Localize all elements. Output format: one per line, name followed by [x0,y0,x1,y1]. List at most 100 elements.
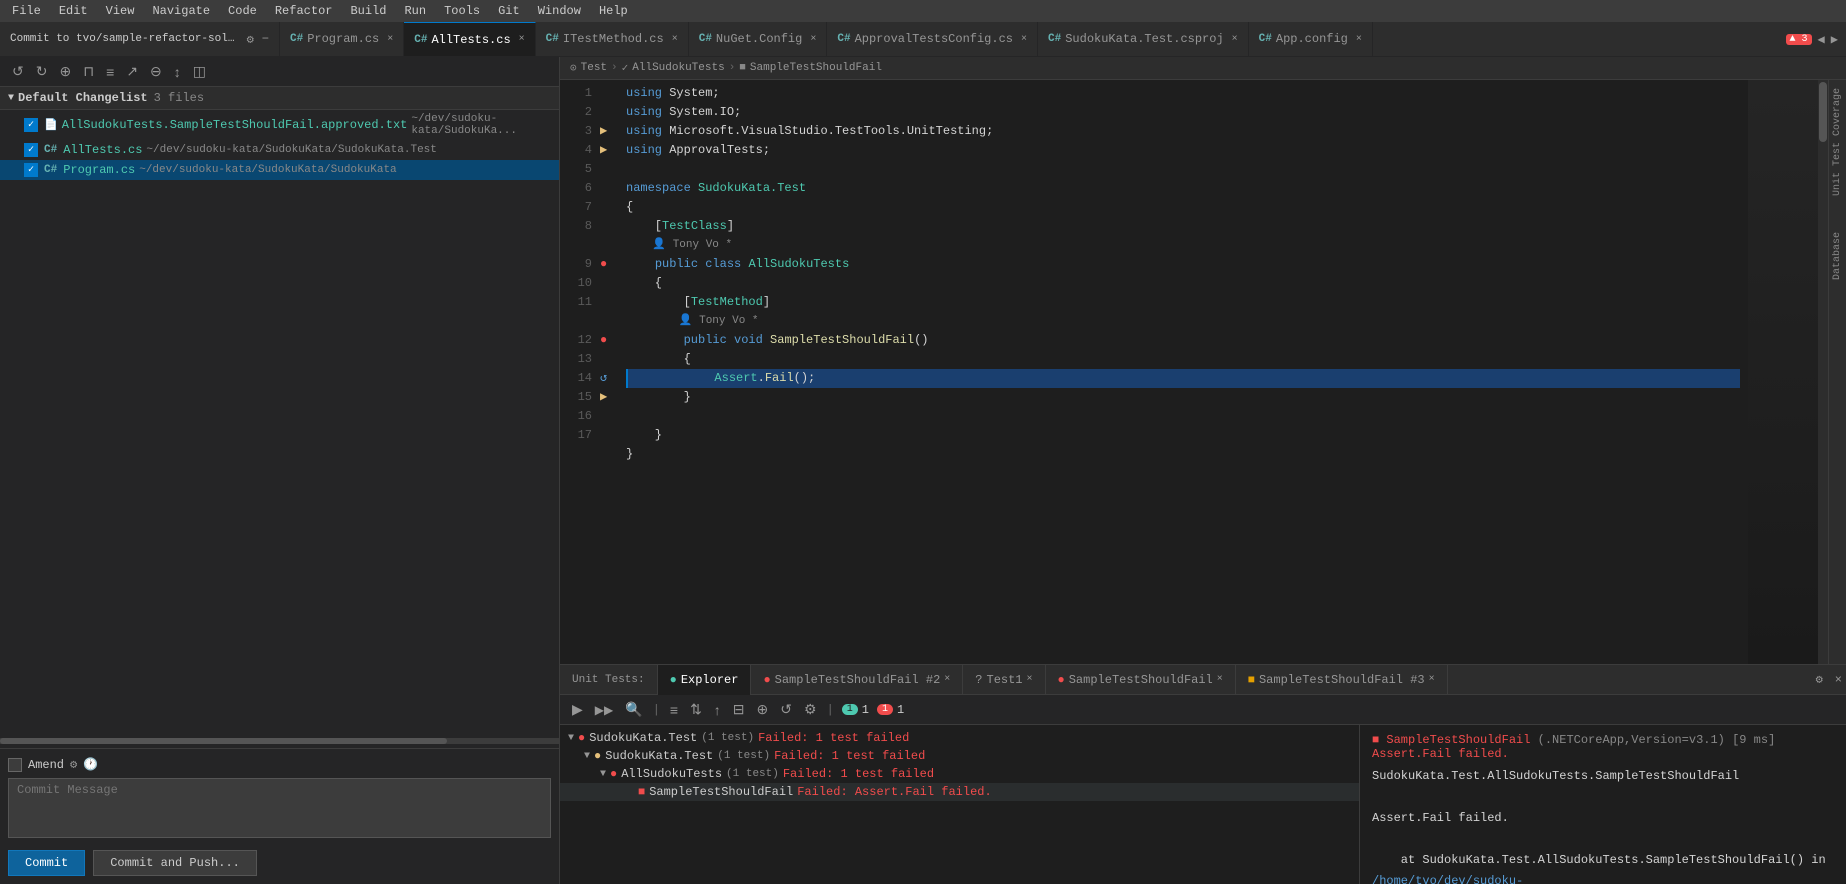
tab-gear-icon[interactable]: ⚙ [247,32,254,47]
tab-commit[interactable]: Commit to tvo/sample-refactor-solution-s… [0,22,280,57]
menu-file[interactable]: File [4,2,49,20]
git-pull-btn[interactable]: ⊓ [79,61,98,82]
file-checkbox-3[interactable] [24,163,38,177]
changelist-arrow-icon: ▼ [8,93,14,104]
breadcrumb-test[interactable]: Test [581,62,607,74]
test-item-sample-test[interactable]: ■ SampleTestShouldFail Failed: Assert.Fa… [560,783,1359,801]
ut-filter1-btn[interactable]: ≡ [666,700,682,720]
file-checkbox-2[interactable] [24,143,38,157]
tab-close-icon[interactable]: × [672,34,678,45]
commit-area: Amend ⚙ 🕐 Commit Commit and Push... [0,748,559,884]
menu-edit[interactable]: Edit [51,2,96,20]
tab-close-icon[interactable]: × [387,34,393,45]
tab-explorer[interactable]: ● Explorer [658,665,752,695]
tab-test1-label: Test1 [987,673,1023,687]
git-push-btn[interactable]: ↗ [122,61,142,82]
ut-play-all-btn[interactable]: ▶▶ [591,701,617,719]
tab-close-icon[interactable]: × [1021,34,1027,45]
ut-search-btn[interactable]: 🔍 [621,699,646,720]
test-item-sudokukata-test-1[interactable]: ▼ ● SudokuKata.Test (1 test) Failed: 1 t… [560,729,1359,747]
tab-sample-fail-3[interactable]: ■ SampleTestShouldFail #3 × [1236,665,1448,695]
changelist-section: ▼ Default Changelist 3 files 📄 AllSudoku… [0,87,559,411]
detail-file-link[interactable]: /home/tvo/dev/sudoku-kata/SudokuKata/Sud… [1372,874,1739,884]
scroll-left-icon[interactable]: ◀ [1818,32,1825,47]
tab-close-icon[interactable]: × [1356,34,1362,45]
breadcrumb-class[interactable]: AllSudokuTests [632,62,724,74]
tab-sample-fail-2[interactable]: ● SampleTestShouldFail #2 × [751,665,963,695]
file-path-3: ~/dev/sudoku-kata/SudokuKata/SudokuKata [139,164,396,176]
tab-minimize-icon[interactable]: − [262,32,269,46]
scroll-right-icon[interactable]: ▶ [1831,32,1838,47]
tab-approvaltests-config[interactable]: C# ApprovalTestsConfig.cs × [827,22,1038,57]
ut-filter3-btn[interactable]: ↑ [710,700,725,720]
tab-program-cs[interactable]: C# Program.cs × [280,22,404,57]
tab-app-config[interactable]: C# App.config × [1249,22,1373,57]
file-item-alltests-cs[interactable]: C# AllTests.cs ~/dev/sudoku-kata/SudokuK… [0,140,559,160]
tab-nuget-config[interactable]: C# NuGet.Config × [689,22,828,57]
menu-refactor[interactable]: Refactor [267,2,341,20]
file-item-approved-txt[interactable]: 📄 AllSudokuTests.SampleTestShouldFail.ap… [0,110,559,140]
menu-code[interactable]: Code [220,2,265,20]
git-menu-btn[interactable]: ≡ [102,62,118,82]
tab-fail2-close[interactable]: × [944,674,950,685]
explorer-dot: ● [670,673,677,687]
code-lines[interactable]: using System; using System.IO; using Mic… [618,80,1748,664]
ut-play-btn[interactable]: ▶ [568,699,587,720]
menu-tools[interactable]: Tools [436,2,488,20]
ut-group-btn[interactable]: ⊟ [729,699,749,720]
git-undo-btn[interactable]: ↺ [8,61,28,82]
menu-navigate[interactable]: Navigate [144,2,218,20]
menu-window[interactable]: Window [530,2,589,20]
git-scrollbar[interactable] [0,738,559,744]
unit-test-close-icon[interactable]: × [1831,673,1846,687]
tab-fail-close[interactable]: × [1217,674,1223,685]
commit-message-input[interactable] [8,778,551,838]
git-add-btn[interactable]: ⊕ [55,61,75,82]
git-diff-btn[interactable]: ◫ [189,61,210,82]
amend-checkbox[interactable] [8,758,22,772]
test-item-sudokukata-test-2[interactable]: ▼ ● SudokuKata.Test (1 test) Failed: 1 t… [560,747,1359,765]
git-remove-btn[interactable]: ⊖ [146,61,166,82]
menu-run[interactable]: Run [396,2,434,20]
menu-help[interactable]: Help [591,2,636,20]
menu-view[interactable]: View [98,2,143,20]
unit-test-coverage-label[interactable]: Unit Test Coverage [1830,80,1845,204]
database-label[interactable]: Database [1830,224,1845,288]
detail-link-line[interactable]: /home/tvo/dev/sudoku-kata/SudokuKata/Sud… [1372,872,1834,884]
tab-close-icon[interactable]: × [519,34,525,45]
menu-git[interactable]: Git [490,2,528,20]
code-line-14: Assert.Fail(); [626,369,1740,388]
test-item-all-sudoku-tests[interactable]: ▼ ● AllSudokuTests (1 test) Failed: 1 te… [560,765,1359,783]
changelist-header[interactable]: ▼ Default Changelist 3 files [0,87,559,110]
unit-test-settings-btn[interactable]: ⚙ [1808,672,1831,687]
tab-test1[interactable]: ? Test1 × [963,665,1045,695]
tab-close-icon[interactable]: × [810,34,816,45]
git-swap-btn[interactable]: ↕ [170,62,185,82]
file-icon-cs-2: C# [44,144,57,156]
tab-test1-close[interactable]: × [1027,674,1033,685]
commit-and-push-button[interactable]: Commit and Push... [93,850,257,876]
ut-filter2-btn[interactable]: ⇅ [686,699,706,720]
file-checkbox-1[interactable] [24,118,38,132]
editor-scrollbar[interactable] [1818,80,1828,664]
breadcrumb-method[interactable]: SampleTestShouldFail [750,62,882,74]
errors-badge[interactable]: ▲ 3 [1786,34,1812,45]
menu-build[interactable]: Build [342,2,394,20]
amend-clock-icon[interactable]: 🕐 [83,757,98,772]
tab-sample-fail[interactable]: ● SampleTestShouldFail × [1046,665,1236,695]
code-line-10: { [626,274,1740,293]
ut-settings-btn[interactable]: ⚙ [800,699,821,720]
ut-refresh-btn[interactable]: ↺ [776,699,796,720]
test-fail-square-icon: ■ [638,785,645,799]
git-redo-btn[interactable]: ↻ [32,61,52,82]
commit-button[interactable]: Commit [8,850,85,876]
amend-gear-icon[interactable]: ⚙ [70,757,77,772]
detail-class-path: SudokuKata.Test.AllSudokuTests.SampleTes… [1372,767,1834,785]
tab-itestmethod-cs[interactable]: C# ITestMethod.cs × [536,22,689,57]
file-item-program-cs[interactable]: C# Program.cs ~/dev/sudoku-kata/SudokuKa… [0,160,559,180]
tab-csproj[interactable]: C# SudokuKata.Test.csproj × [1038,22,1249,57]
ut-add-btn[interactable]: ⊕ [753,699,773,720]
tab-alltests-cs[interactable]: C# AllTests.cs × [404,22,535,57]
tab-close-icon[interactable]: × [1232,34,1238,45]
tab-fail3-close[interactable]: × [1429,674,1435,685]
